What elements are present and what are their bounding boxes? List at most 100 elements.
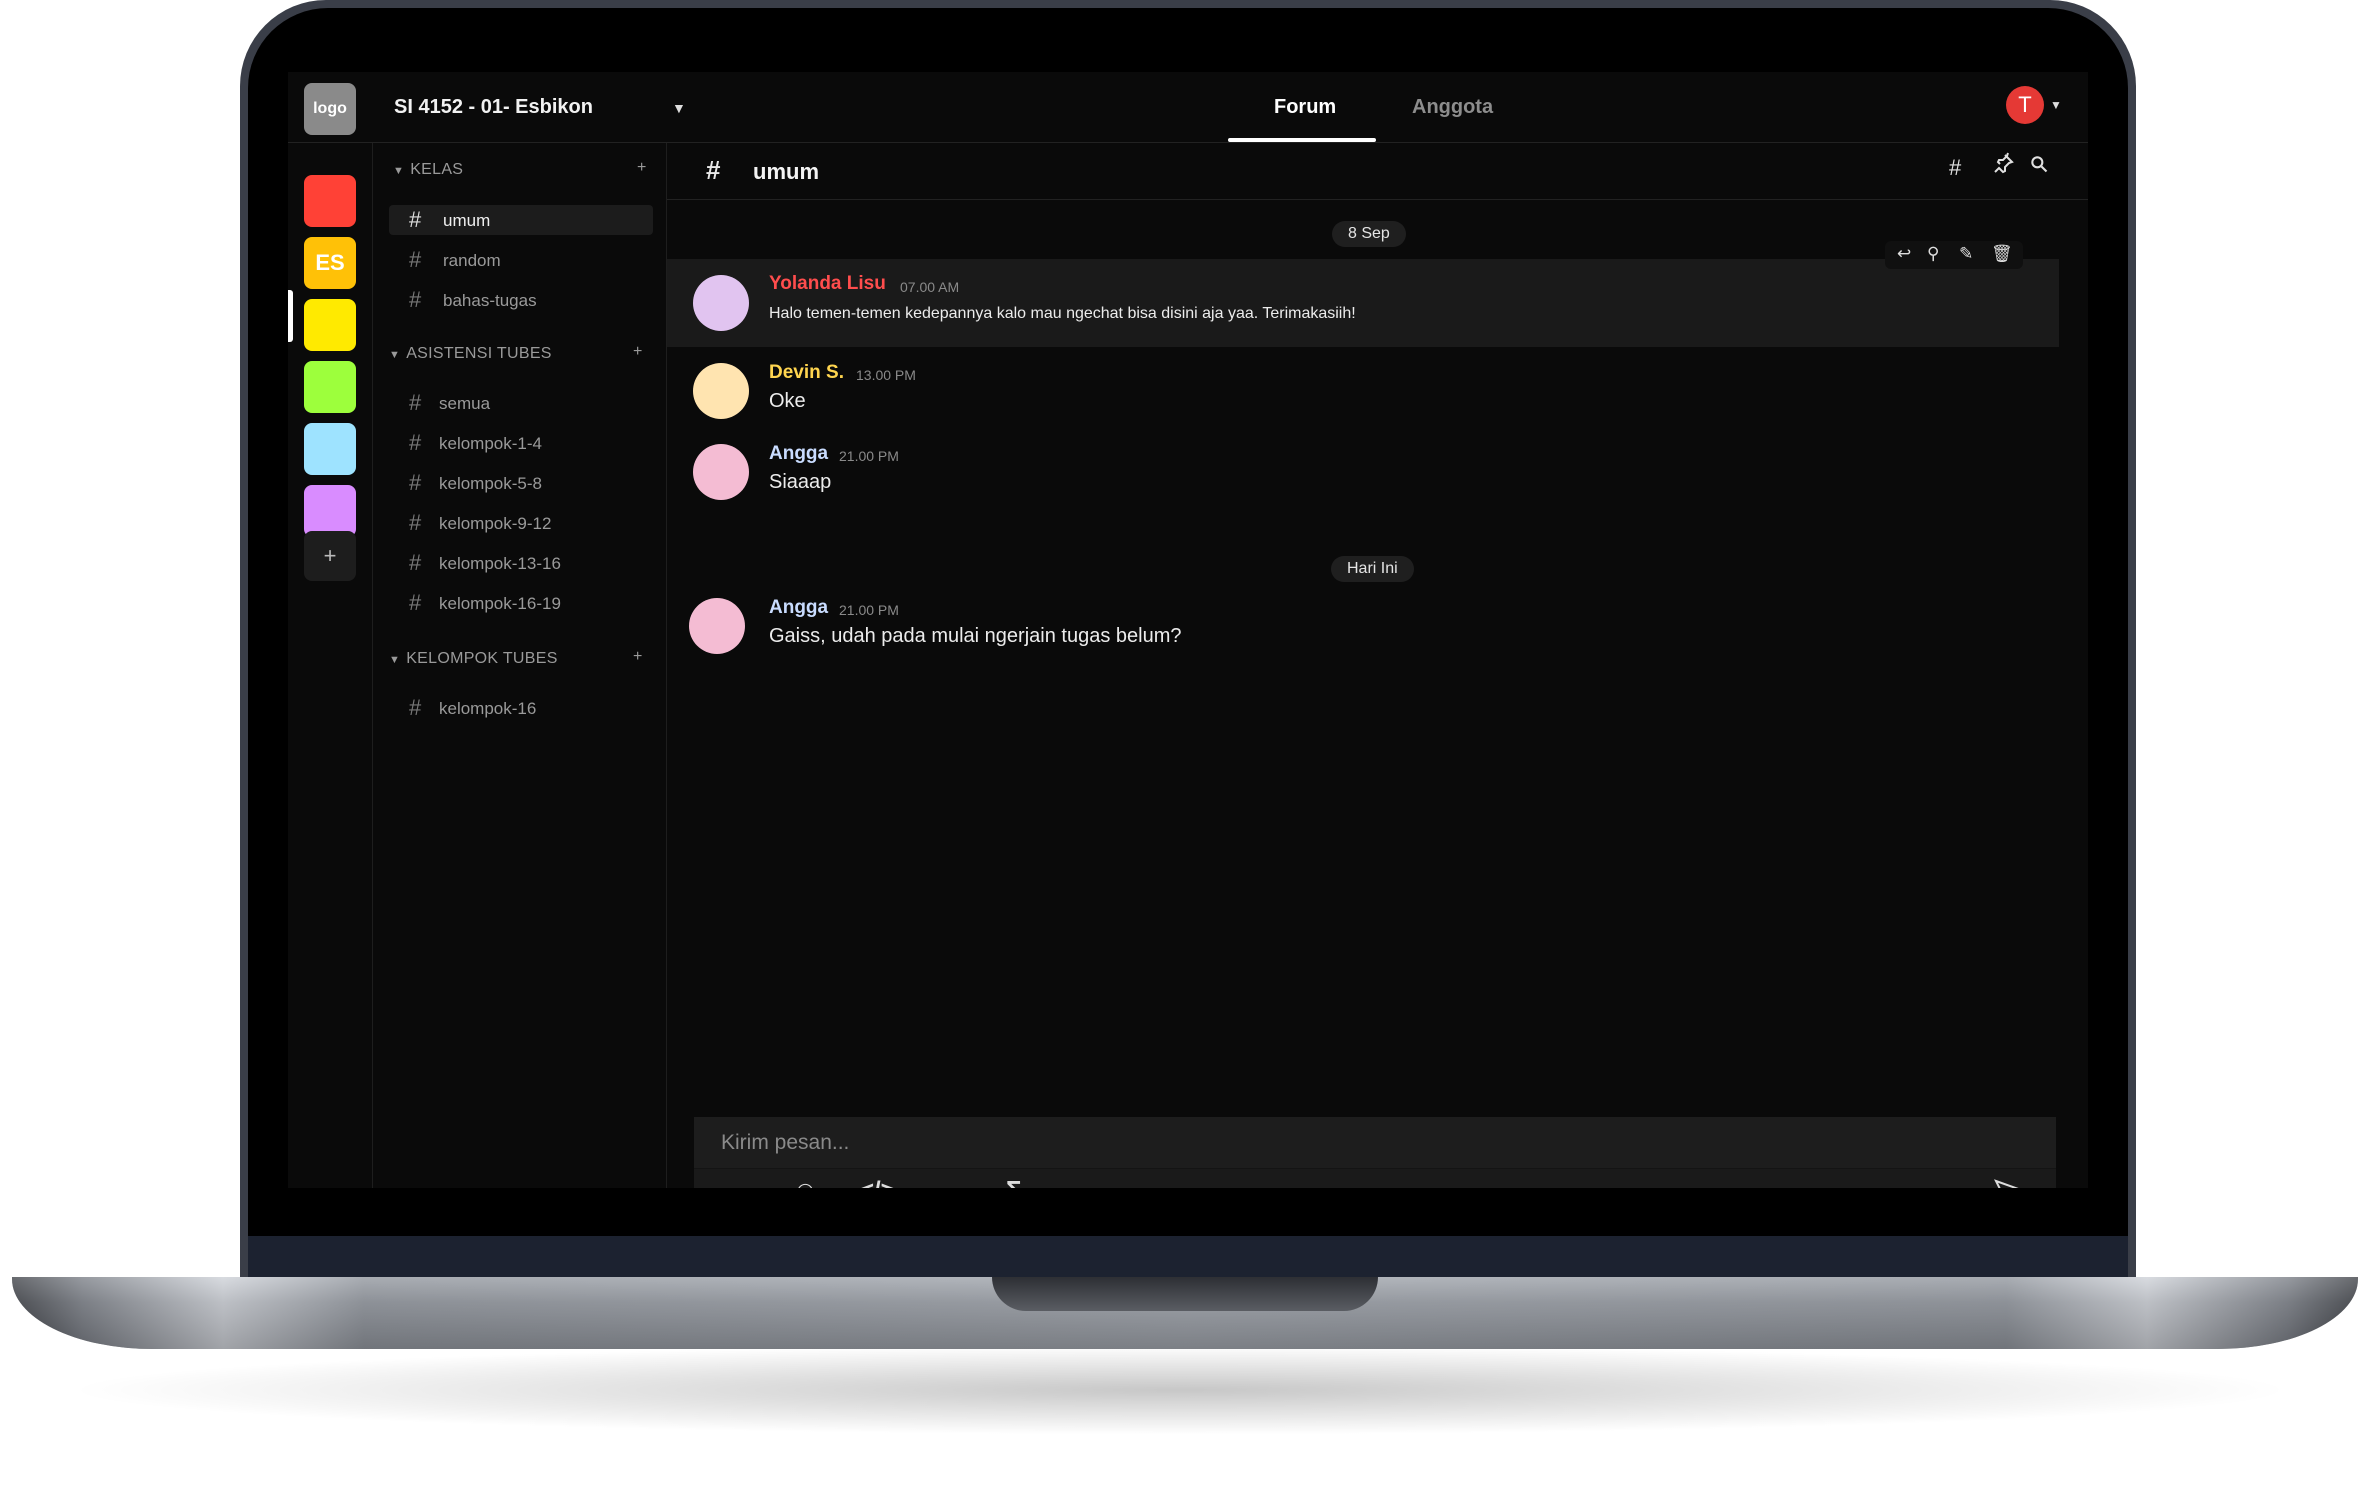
channel-item-kelompok-1-4[interactable]: # kelompok-1-4 xyxy=(389,428,653,458)
category-label: ASISTENSI TUBES xyxy=(406,345,552,362)
search-icon[interactable] xyxy=(2029,153,2049,181)
channel-label: random xyxy=(443,251,501,270)
hash-icon: # xyxy=(409,550,422,575)
channel-label: kelompok-1-4 xyxy=(439,434,542,453)
message-item[interactable]: Devin S. 13.00 PM Oke xyxy=(667,348,2059,428)
category-asistensi-tubes[interactable]: ▼ ASISTENSI TUBES xyxy=(389,345,552,363)
laptop-notch xyxy=(992,1277,1378,1311)
hash-icon: # xyxy=(409,470,422,495)
pin-icon[interactable] xyxy=(1991,151,2015,183)
channel-item-kelompok-9-12[interactable]: # kelompok-9-12 xyxy=(389,508,653,538)
channel-sidebar: ▼ KELAS + # umum # random # bahas-tugas ▼ ASI… xyxy=(373,143,667,1188)
add-channel-button[interactable]: + xyxy=(637,159,646,177)
channel-label: semua xyxy=(439,394,491,413)
active-tab-indicator xyxy=(1228,138,1376,142)
channel-label: kelompok-9-12 xyxy=(439,514,552,533)
pin-icon[interactable]: ⚲ xyxy=(1927,244,1939,264)
server-item-3[interactable] xyxy=(304,299,356,351)
class-title[interactable]: SI 4152 - 01- Esbikon xyxy=(394,96,593,119)
message-actions: ↩ ⚲ ✎ 🗑 xyxy=(1885,241,2023,269)
message-text: Oke xyxy=(769,390,806,412)
category-kelompok-tubes[interactable]: ▼ KELOMPOK TUBES xyxy=(389,650,558,668)
channel-item-random[interactable]: # random xyxy=(389,245,653,275)
chat-main: # umum # 8 Sep Yolanda Lisu 07.00 AM Hal… xyxy=(667,143,2088,1188)
channel-item-kelompok-13-16[interactable]: # kelompok-13-16 xyxy=(389,548,653,578)
channel-label: bahas-tugas xyxy=(443,291,537,310)
caret-down-icon: ▼ xyxy=(393,165,405,177)
channel-label: umum xyxy=(443,211,491,230)
server-item-4[interactable] xyxy=(304,361,356,413)
app-logo[interactable]: logo xyxy=(304,83,356,135)
message-input[interactable] xyxy=(694,1117,2056,1169)
message-text: Gaiss, udah pada mulai ngerjain tugas be… xyxy=(769,625,1182,647)
sigma-icon[interactable]: Σ xyxy=(1006,1175,1022,1188)
server-item-5[interactable] xyxy=(304,423,356,475)
hash-icon: # xyxy=(409,390,422,415)
channel-label: kelompok-16 xyxy=(439,699,537,718)
message-item[interactable]: Yolanda Lisu 07.00 AM Halo temen-temen k… xyxy=(667,259,2059,347)
message-composer: ☺ </> Σ xyxy=(694,1117,2056,1188)
edit-icon[interactable]: ✎ xyxy=(1959,244,1973,264)
message-item[interactable]: Angga 21.00 PM Siaaap xyxy=(667,429,2059,509)
message-author[interactable]: Angga xyxy=(769,597,828,619)
delete-icon[interactable]: 🗑 xyxy=(1991,244,2013,264)
hash-icon: # xyxy=(409,695,422,720)
tab-anggota[interactable]: Anggota xyxy=(1412,96,1493,119)
channel-label: kelompok-13-16 xyxy=(439,554,561,573)
add-server-button[interactable]: + xyxy=(304,531,356,581)
caret-down-icon: ▼ xyxy=(389,349,401,361)
hash-icon: # xyxy=(409,247,422,272)
message-time: 13.00 PM xyxy=(856,367,916,383)
hash-icon: # xyxy=(409,207,422,232)
channel-header: # umum # xyxy=(667,143,2088,200)
avatar[interactable] xyxy=(689,598,745,654)
laptop-shadow xyxy=(60,1345,2300,1435)
avatar[interactable] xyxy=(693,363,749,419)
channel-item-kelompok-5-8[interactable]: # kelompok-5-8 xyxy=(389,468,653,498)
user-avatar[interactable]: T xyxy=(2006,86,2044,124)
active-server-indicator xyxy=(288,290,293,342)
avatar[interactable] xyxy=(693,275,749,331)
tab-forum[interactable]: Forum xyxy=(1274,96,1336,119)
message-author[interactable]: Angga xyxy=(769,443,828,465)
channel-item-semua[interactable]: # semua xyxy=(389,388,653,418)
hash-icon: # xyxy=(706,155,721,185)
hash-icon: # xyxy=(409,590,422,615)
message-author[interactable]: Yolanda Lisu xyxy=(769,273,886,295)
message-time: 21.00 PM xyxy=(839,602,899,618)
hash-icon[interactable]: # xyxy=(1949,155,1961,181)
category-label: KELOMPOK TUBES xyxy=(406,650,558,667)
avatar[interactable] xyxy=(693,444,749,500)
date-divider: 8 Sep xyxy=(1332,221,1406,247)
channel-item-bahas-tugas[interactable]: # bahas-tugas xyxy=(389,285,653,315)
message-author[interactable]: Devin S. xyxy=(769,362,844,384)
message-item[interactable]: Angga 21.00 PM Gaiss, udah pada mulai ng… xyxy=(667,583,2059,663)
send-icon[interactable] xyxy=(1993,1179,2026,1188)
add-channel-button[interactable]: + xyxy=(633,648,642,666)
caret-down-icon[interactable]: ▼ xyxy=(672,100,686,116)
chevron-down-icon[interactable]: ▼ xyxy=(2050,98,2062,112)
category-kelas[interactable]: ▼ KELAS xyxy=(393,161,463,179)
message-time: 21.00 PM xyxy=(839,448,899,464)
server-rail: ES + xyxy=(288,143,373,1188)
hash-icon: # xyxy=(409,510,422,535)
code-icon[interactable]: </> xyxy=(860,1177,895,1188)
app-screen: logo SI 4152 - 01- Esbikon ▼ Forum Anggo… xyxy=(288,72,2088,1188)
channel-item-umum[interactable]: # umum xyxy=(389,205,653,235)
add-channel-button[interactable]: + xyxy=(633,343,642,361)
server-item-1[interactable] xyxy=(304,175,356,227)
channel-item-kelompok-16-19[interactable]: # kelompok-16-19 xyxy=(389,588,653,618)
channel-title: umum xyxy=(753,159,819,184)
emoji-icon[interactable]: ☺ xyxy=(792,1175,819,1188)
reply-icon[interactable]: ↩ xyxy=(1897,244,1911,264)
message-text: Halo temen-temen kedepannya kalo mau nge… xyxy=(769,305,1356,322)
channel-item-kelompok-16[interactable]: # kelompok-16 xyxy=(389,693,653,723)
channel-label: kelompok-5-8 xyxy=(439,474,542,493)
caret-down-icon: ▼ xyxy=(389,654,401,666)
server-item-es[interactable]: ES xyxy=(304,237,356,289)
hash-icon: # xyxy=(409,287,422,312)
category-label: KELAS xyxy=(410,161,464,178)
channel-label: kelompok-16-19 xyxy=(439,594,561,613)
server-item-6[interactable] xyxy=(304,485,356,537)
message-time: 07.00 AM xyxy=(900,279,960,295)
